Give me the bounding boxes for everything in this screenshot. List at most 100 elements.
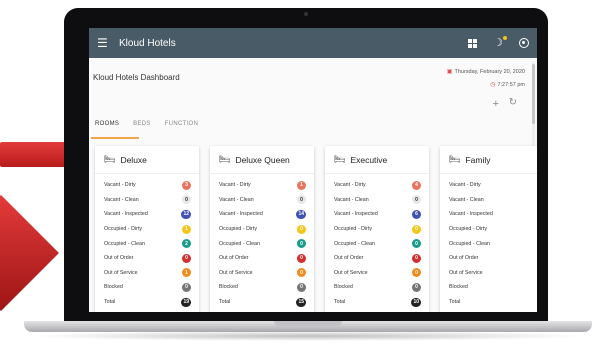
account-icon[interactable] (519, 38, 529, 48)
status-list: Vacant - Dirty 4 Vacant - Clean 0 Vacant - I… (325, 174, 429, 309)
room-card: 🛏 Executive Vacant - Dirty 4 Vacant - Clean 0… (325, 146, 429, 312)
status-row: Vacant - Inspected 6 (325, 207, 429, 222)
count-badge: 10 (411, 297, 421, 307)
status-label: Out of Order (219, 255, 249, 262)
bed-icon: 🛏 (219, 154, 231, 164)
bed-icon: 🛏 (334, 154, 346, 164)
status-row: Occupied - Dirty (440, 222, 537, 237)
count-badge: 0 (297, 195, 306, 205)
status-label: Vacant - Clean (219, 196, 254, 203)
card-header: 🛏 Deluxe (95, 146, 199, 174)
decorative-red-arrow (0, 195, 59, 311)
card-title: Family (465, 154, 491, 165)
status-label: Vacant - Dirty (219, 182, 251, 189)
count-badge: 0 (297, 224, 306, 234)
status-label: Occupied - Clean (104, 240, 145, 247)
card-title: Deluxe Queen (235, 154, 290, 165)
card-title: Executive (350, 154, 388, 165)
status-label: Out of Service (104, 269, 138, 276)
tab-beds[interactable]: BEDS (133, 121, 165, 135)
status-label: Out of Order (449, 255, 479, 262)
count-badge: 3 (182, 180, 191, 190)
status-label: Total (334, 299, 346, 306)
status-row: Out of Service 0 (325, 266, 429, 281)
status-row: Blocked 0 (325, 280, 429, 295)
status-row: Total 19 (95, 295, 199, 310)
status-row: Vacant - Inspected 12 (95, 207, 199, 222)
status-label: Blocked (104, 284, 123, 291)
status-row: Total (440, 295, 537, 310)
status-row: Occupied - Clean (440, 236, 537, 251)
status-row: Vacant - Clean 0 (325, 193, 429, 208)
count-badge: 0 (412, 239, 421, 249)
tab-rooms[interactable]: ROOMS (95, 121, 133, 135)
status-row: Total 15 (210, 295, 314, 310)
clock-icon: ◷ (490, 82, 496, 88)
status-row: Out of Order (440, 251, 537, 266)
status-list: Vacant - Dirty 1 Vacant - Clean 0 Vacant - I… (210, 174, 314, 309)
status-label: Occupied - Clean (449, 240, 490, 247)
count-badge: 1 (297, 180, 306, 190)
app-title: Kloud Hotels (119, 37, 176, 49)
status-row: Vacant - Inspected (440, 207, 537, 222)
refresh-icon[interactable]: ↻ (509, 98, 517, 108)
tab-indicator (91, 137, 139, 139)
plus-icon[interactable]: + (493, 99, 499, 110)
status-label: Occupied - Dirty (104, 226, 142, 233)
card-header: 🛏 Executive (325, 146, 429, 174)
status-row: Occupied - Dirty 1 (95, 222, 199, 237)
status-row: Out of Order 0 (210, 251, 314, 266)
scrollbar-thumb[interactable] (532, 64, 535, 124)
tab-bar: ROOMS BEDS FUNCTION (95, 121, 212, 135)
status-label: Out of Service (219, 269, 253, 276)
status-label: Vacant - Clean (104, 196, 139, 203)
room-card: 🛏 Deluxe Vacant - Dirty 3 Vacant - Clean 0 Vac… (95, 146, 199, 312)
status-row: Vacant - Inspected 14 (210, 207, 314, 222)
count-badge: 0 (297, 253, 306, 263)
status-label: Blocked (334, 284, 353, 291)
status-label: Out of Service (449, 269, 483, 276)
webcam (304, 12, 308, 16)
bed-icon: 🛏 (449, 154, 461, 164)
card-header: 🛏 Deluxe Queen (210, 146, 314, 174)
date-text: Thursday, February 20, 2020 (454, 68, 525, 75)
tab-function[interactable]: FUNCTION (165, 121, 212, 135)
status-label: Out of Service (334, 269, 368, 276)
status-label: Vacant - Inspected (334, 211, 378, 218)
status-label: Vacant - Inspected (104, 211, 148, 218)
status-label: Vacant - Clean (334, 196, 369, 203)
bed-icon: 🛏 (104, 154, 116, 164)
count-badge: 1 (182, 268, 191, 278)
moon-icon[interactable]: ☽ (493, 35, 507, 49)
count-badge: 0 (412, 282, 421, 292)
grid-icon[interactable] (468, 38, 478, 48)
count-badge: 0 (412, 195, 421, 205)
status-row: Out of Service 0 (210, 266, 314, 281)
status-label: Occupied - Dirty (219, 226, 257, 233)
time-text: 7:27:57 pm (497, 81, 525, 88)
status-row: Blocked (440, 280, 537, 295)
status-label: Total (104, 299, 116, 306)
status-row: Out of Service 1 (95, 266, 199, 281)
status-row: Out of Order 0 (325, 251, 429, 266)
status-label: Occupied - Clean (334, 240, 375, 247)
status-row: Out of Order 0 (95, 251, 199, 266)
count-badge: 0 (297, 282, 306, 292)
status-label: Total (219, 299, 231, 306)
status-label: Occupied - Dirty (449, 226, 487, 233)
status-row: Vacant - Dirty 3 (95, 178, 199, 193)
hamburger-icon[interactable]: ☰ (97, 37, 111, 49)
count-badge: 1 (182, 224, 191, 234)
status-row: Occupied - Clean 0 (325, 236, 429, 251)
app-bar-actions: ☽ (468, 35, 529, 49)
status-label: Blocked (449, 284, 468, 291)
count-badge: 6 (412, 209, 421, 219)
calendar-icon: ▣ (446, 69, 453, 75)
status-label: Total (449, 299, 461, 306)
status-label: Out of Order (104, 255, 134, 262)
status-label: Vacant - Dirty (449, 182, 481, 189)
card-header: 🛏 Family (440, 146, 537, 174)
time-display: ◷ 7:27:57 pm (490, 81, 525, 89)
status-row: Vacant - Clean (440, 193, 537, 208)
status-label: Occupied - Dirty (334, 226, 372, 233)
